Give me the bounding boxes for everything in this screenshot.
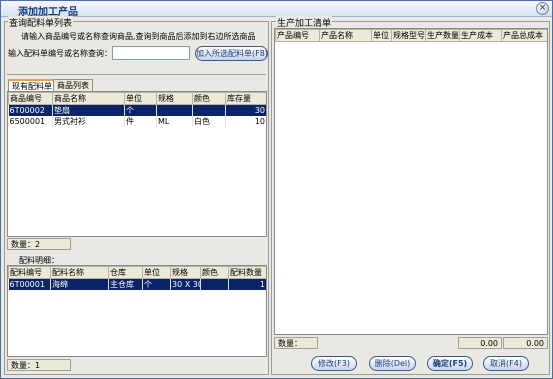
col-spec[interactable]: 规格 [156, 92, 193, 105]
table-row[interactable]: 6T00002 垫扇 个 30 [8, 104, 266, 116]
delete-button[interactable]: 删除(Del) [369, 356, 416, 371]
confirm-button[interactable]: 确定(F5) [427, 356, 473, 371]
production-grid: 产品编号 产品名称 单位 规格型号 生产数量 生产成本 产品总成本 [274, 28, 548, 335]
col-detail-color[interactable]: 颜色 [200, 266, 229, 279]
col-detail-qty[interactable]: 配料数量 [228, 266, 266, 279]
left-panel: 查询配料单列表 请输入商品编号或名称查询商品,查询到商品后添加到右边所选商品 输… [4, 16, 269, 375]
total-amount: 0.00 [503, 337, 548, 349]
cell-unit: 个 [124, 104, 157, 116]
goods-count: 数量：2 [7, 238, 71, 250]
cell-name: 男式衬衫 [52, 116, 125, 127]
close-icon[interactable]: × [536, 2, 549, 15]
cell-stock: 30 [225, 104, 266, 116]
cell-qty: 1 [228, 278, 266, 290]
col-product-qty[interactable]: 生产数量 [425, 29, 460, 42]
col-unit[interactable]: 单位 [124, 92, 157, 105]
add-selected-button[interactable]: 加入所选配料单(F8) [195, 46, 268, 61]
tab-existing-orders[interactable]: 现有配料单 [8, 79, 56, 91]
cell-code: 6T00002 [8, 104, 53, 116]
table-row[interactable]: 6T00001 海绵 主仓库 个 30 X 30 1 [8, 278, 266, 290]
cell-stock: 10 [225, 116, 266, 127]
detail-count: 数量：1 [7, 359, 71, 371]
col-product-total[interactable]: 产品总成本 [501, 29, 547, 42]
right-panel: 生产加工清单 产品编号 产品名称 单位 规格型号 生产数量 生产成本 产品总成本 [271, 16, 550, 375]
col-goods-name[interactable]: 商品名称 [52, 92, 125, 105]
total-cost: 0.00 [458, 337, 502, 349]
col-detail-unit[interactable]: 单位 [142, 266, 171, 279]
add-product-dialog: 添加加工产品 × 查询配料单列表 请输入商品编号或名称查询商品,查询到商品后添加… [0, 0, 553, 379]
col-detail-spec[interactable]: 规格 [170, 266, 201, 279]
col-product-cost[interactable]: 生产成本 [459, 29, 502, 42]
table-row[interactable]: 6500001 男式衬衫 件 ML 白色 10 [8, 116, 266, 127]
col-detail-name[interactable]: 配料名称 [50, 266, 109, 279]
query-input[interactable] [112, 46, 190, 60]
col-product-name[interactable]: 产品名称 [319, 29, 372, 42]
cell-unit: 件 [124, 116, 157, 127]
title-bar: 添加加工产品 × [1, 1, 552, 18]
col-stock[interactable]: 库存量 [225, 92, 266, 105]
col-detail-code[interactable]: 配料编号 [8, 266, 51, 279]
cell-color [200, 278, 229, 290]
cell-code: 6500001 [8, 116, 53, 127]
col-product-unit[interactable]: 单位 [371, 29, 392, 42]
query-group-title: 查询配料单列表 [8, 16, 74, 29]
cell-spec: ML [156, 116, 193, 127]
cell-spec: 30 X 30 [170, 278, 201, 290]
cell-color: 白色 [192, 116, 226, 127]
goods-header-row: 商品编号 商品名称 单位 规格 颜色 库存量 [8, 92, 266, 105]
goods-grid: 商品编号 商品名称 单位 规格 颜色 库存量 6T00002 垫扇 个 30 6… [7, 91, 267, 237]
col-goods-code[interactable]: 商品编号 [8, 92, 53, 105]
cell-name: 垫扇 [52, 104, 125, 116]
production-header-row: 产品编号 产品名称 单位 规格型号 生产数量 生产成本 产品总成本 [275, 29, 547, 42]
col-warehouse[interactable]: 仓库 [108, 266, 143, 279]
cell-name: 海绵 [50, 278, 109, 290]
production-count: 数量： [274, 337, 318, 349]
col-product-code[interactable]: 产品编号 [275, 29, 320, 42]
col-product-spec[interactable]: 规格型号 [391, 29, 426, 42]
divider [7, 74, 266, 75]
query-label: 输入配料单编号或名称查询： [8, 49, 112, 58]
query-hint: 请输入商品编号或名称查询商品,查询到商品后添加到右边所选商品 [21, 32, 256, 41]
cancel-button[interactable]: 取消(F4) [483, 356, 529, 371]
cell-code: 6T00001 [8, 278, 51, 290]
cell-color [192, 104, 226, 116]
detail-grid: 配料编号 配料名称 仓库 单位 规格 颜色 配料数量 6T00001 海绵 主仓… [7, 265, 267, 357]
detail-header-row: 配料编号 配料名称 仓库 单位 规格 颜色 配料数量 [8, 266, 266, 279]
tab-goods-list[interactable]: 商品列表 [53, 79, 93, 91]
col-color[interactable]: 颜色 [192, 92, 226, 105]
cell-unit: 个 [142, 278, 171, 290]
modify-button[interactable]: 修改(F3) [311, 356, 357, 371]
cell-warehouse: 主仓库 [108, 278, 143, 290]
cell-spec [156, 104, 193, 116]
